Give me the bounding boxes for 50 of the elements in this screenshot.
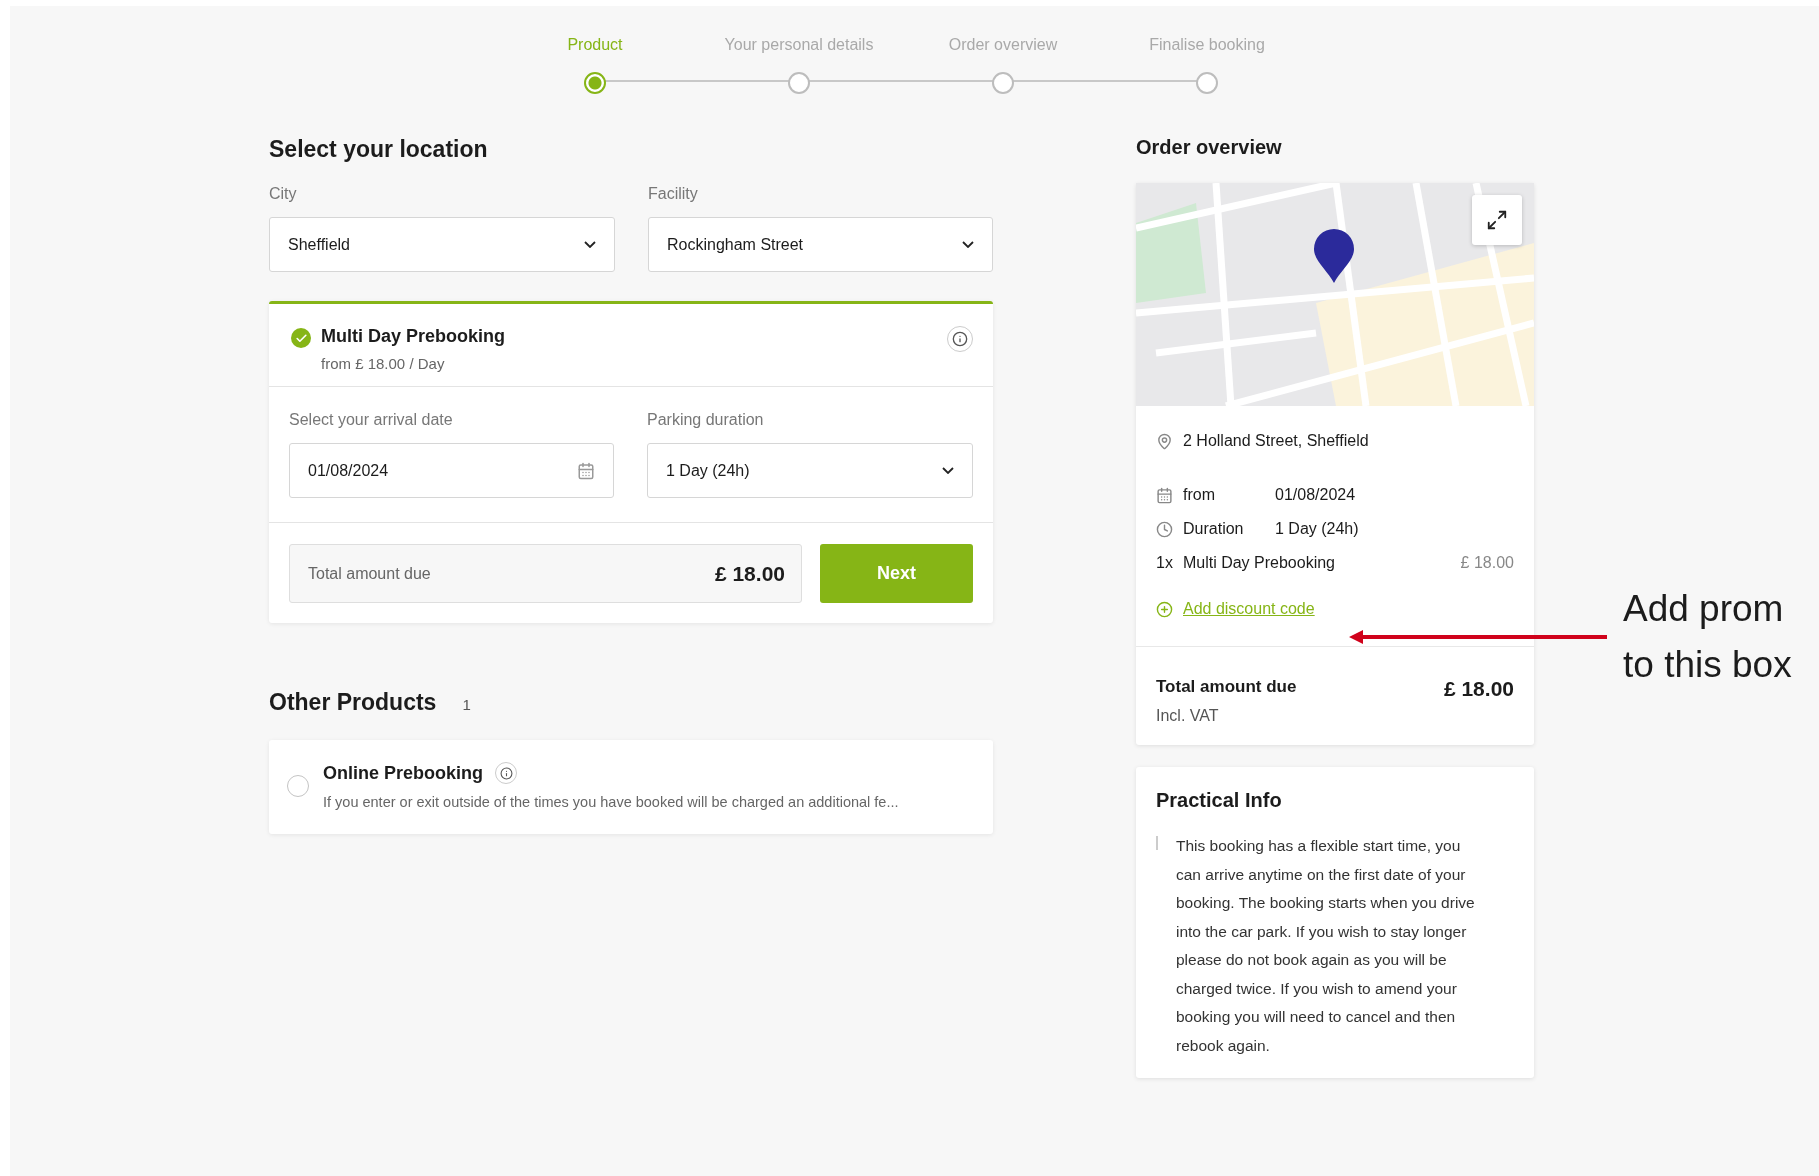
total-amount: £ 18.00 (1443, 677, 1514, 702)
location-pin-icon (1156, 432, 1173, 450)
item-price: £ 18.00 (1460, 554, 1514, 572)
product-price: from £ 18.00 / Day (321, 355, 446, 372)
expand-icon (1486, 209, 1508, 231)
detail-value: 01/08/2024 (1275, 486, 1356, 504)
field-label: City (269, 185, 298, 203)
annotation-text: to this box (1623, 643, 1792, 687)
total-label: Total amount due (1156, 677, 1297, 697)
detail-label: Duration (1183, 520, 1245, 538)
annotation-text: Add prom (1623, 587, 1785, 631)
address-text: 2 Holland Street, Sheffield (1183, 432, 1369, 450)
radio-button[interactable] (287, 775, 309, 797)
product-title: Multi Day Prebooking (321, 326, 506, 347)
select-field[interactable]: Sheffield (269, 217, 615, 272)
total-field: Total amount due £ 18.00 (289, 544, 802, 603)
step-label[interactable]: Your personal details (724, 36, 874, 54)
select-field[interactable]: Rockingham Street (648, 217, 993, 272)
discount-link[interactable]: Add discount code (1183, 600, 1315, 618)
date-field[interactable]: 01/08/2024 (289, 443, 614, 498)
section-title: Order overview (1136, 136, 1283, 159)
quantity-text: 1x (1156, 554, 1173, 572)
info-paragraph: This booking has a flexible start time, you can arrive anytime on the first date of your booking. The booking starts when you drive into the car park. If you wish to stay longer please do not book again as you will be charged twice. If you wish to amend your booking you will need to cancel and then rebook again. (1176, 836, 1476, 1056)
field-label: Facility (648, 185, 699, 203)
step-label[interactable]: Order overview (948, 36, 1058, 54)
vat-note: Incl. VAT (1156, 707, 1220, 725)
section-title: Other Products (269, 689, 437, 716)
chevron-icon (942, 467, 954, 474)
expand-button[interactable] (1472, 195, 1522, 245)
calendar-icon (1156, 486, 1173, 504)
select-field[interactable]: 1 Day (24h) (647, 443, 973, 498)
arrow-icon (1349, 630, 1607, 644)
section-title: Select your location (269, 136, 489, 163)
add-icon (1156, 600, 1173, 618)
item-name: Multi Day Prebooking (1182, 554, 1335, 572)
chevron-icon (584, 241, 596, 248)
step-label[interactable]: Product (567, 36, 623, 54)
clock-icon (1156, 520, 1173, 538)
product-title: Online Prebooking (323, 762, 483, 784)
next-button[interactable]: Next (820, 544, 973, 603)
detail-label: from (1183, 486, 1216, 504)
product-description: If you enter or exit outside of the times you have booked will be charged an additional fe... (323, 794, 899, 810)
product-count: 1 (462, 696, 471, 713)
field-label: Select your arrival date (289, 411, 454, 429)
calendar-icon (577, 461, 595, 480)
card-title: Practical Info (1156, 789, 1283, 812)
step-label[interactable]: Finalise booking (1149, 36, 1265, 54)
field-label: Parking duration (647, 411, 765, 429)
detail-value: 1 Day (24h) (1275, 520, 1359, 538)
chevron-icon (962, 241, 974, 248)
